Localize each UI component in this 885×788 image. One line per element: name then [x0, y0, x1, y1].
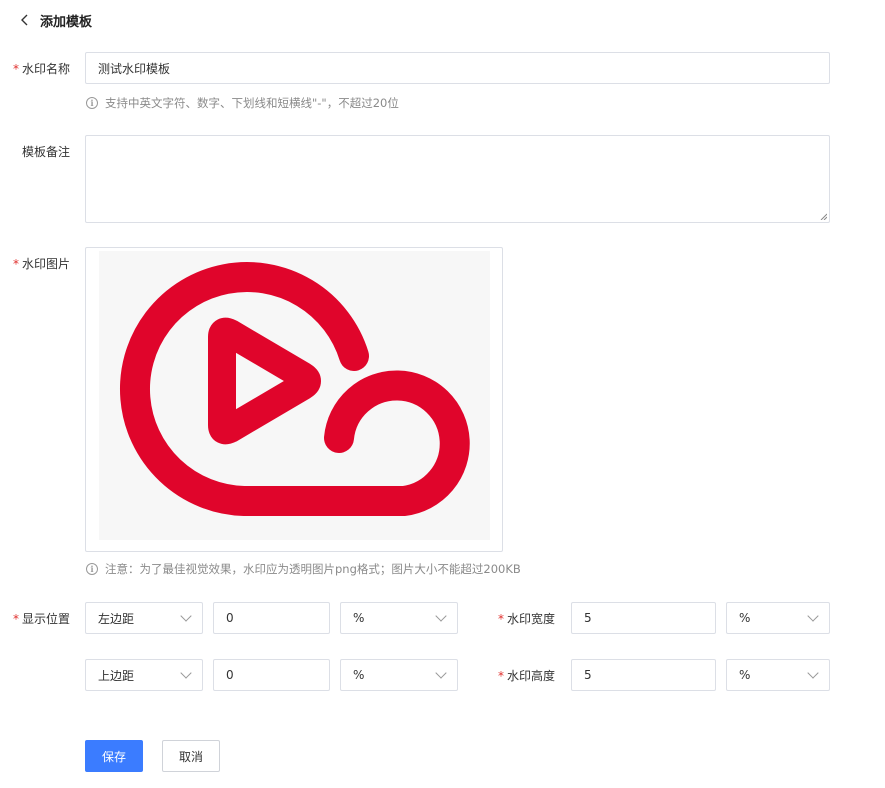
vertical-side-select[interactable]: 上边距 [85, 659, 203, 691]
page-title: 添加模板 [40, 14, 93, 30]
remark-label: 模板备注 [21, 145, 70, 159]
position-label: * 显示位置 [12, 612, 70, 626]
chevron-down-icon [435, 610, 447, 622]
width-input[interactable]: 5 [571, 602, 716, 634]
remark-textarea[interactable] [85, 135, 830, 223]
name-input[interactable]: 测试水印模板 [85, 52, 830, 84]
vertical-unit-select[interactable]: % [340, 659, 458, 691]
cancel-button[interactable]: 取消 [162, 740, 220, 772]
save-button[interactable]: 保存 [85, 740, 143, 772]
height-input[interactable]: 5 [571, 659, 716, 691]
chevron-down-icon [807, 610, 819, 622]
height-unit-select[interactable]: % [726, 659, 830, 691]
horizontal-unit-select[interactable]: % [340, 602, 458, 634]
height-label: * 水印高度 [497, 669, 555, 683]
chevron-down-icon [180, 667, 192, 679]
page-header: 添加模板 [16, 8, 92, 32]
chevron-down-icon [180, 610, 192, 622]
chevron-down-icon [435, 667, 447, 679]
required-mark: * [12, 257, 19, 271]
horizontal-offset-input[interactable]: 0 [213, 602, 330, 634]
watermark-image [99, 251, 490, 540]
resize-handle-icon[interactable] [819, 212, 827, 220]
name-hint: i 支持中英文字符、数字、下划线和短横线"-"，不超过20位 [86, 95, 399, 111]
vertical-offset-input[interactable]: 0 [213, 659, 330, 691]
info-icon: i [86, 97, 98, 109]
image-upload[interactable] [85, 247, 503, 552]
name-label: * 水印名称 [12, 62, 70, 76]
chevron-left-icon [21, 14, 28, 26]
info-icon: i [86, 563, 98, 575]
chevron-down-icon [807, 667, 819, 679]
required-mark: * [12, 612, 19, 626]
image-hint: i 注意：为了最佳视觉效果，水印应为透明图片png格式；图片大小不能超过200K… [86, 561, 521, 577]
width-label: * 水印宽度 [497, 612, 555, 626]
image-label: * 水印图片 [12, 257, 70, 271]
required-mark: * [12, 62, 19, 76]
width-unit-select[interactable]: % [726, 602, 830, 634]
required-mark: * [497, 669, 504, 683]
video-cloud-logo-icon [120, 262, 470, 516]
horizontal-side-select[interactable]: 左边距 [85, 602, 203, 634]
back-button[interactable] [16, 11, 34, 29]
required-mark: * [497, 612, 504, 626]
